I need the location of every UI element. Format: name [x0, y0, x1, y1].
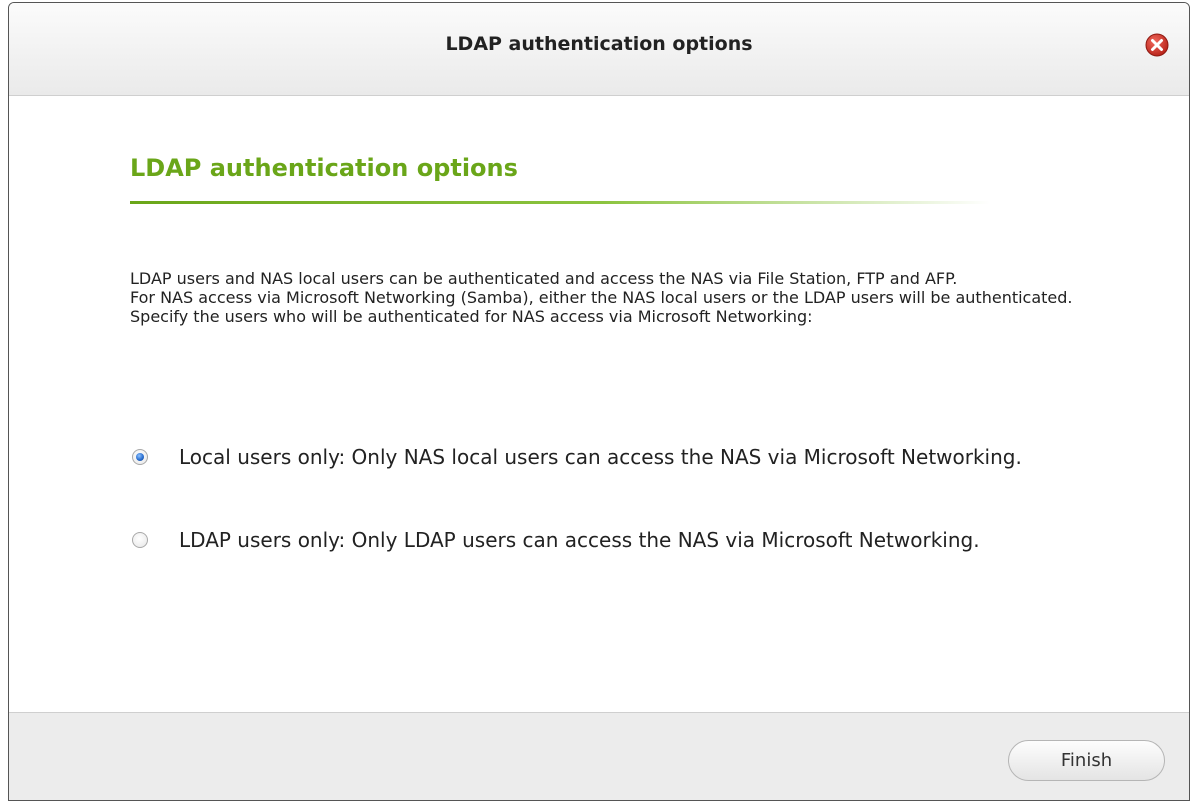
description-paragraph-2: For NAS access via Microsoft Networking …	[130, 288, 1073, 307]
heading-divider	[130, 201, 990, 204]
dialog-title: LDAP authentication options	[445, 33, 753, 55]
finish-button[interactable]: Finish	[1008, 740, 1165, 781]
section-heading: LDAP authentication options	[130, 154, 518, 182]
description-paragraph-1: LDAP users and NAS local users can be au…	[130, 269, 958, 288]
description-paragraph-3: Specify the users who will be authentica…	[130, 307, 813, 326]
ldap-options-dialog: LDAP authentication options LDAP authent…	[8, 2, 1190, 801]
dialog-content: LDAP authentication options LDAP users a…	[9, 96, 1189, 714]
close-button[interactable]	[1145, 33, 1169, 57]
radio-button-local-users[interactable]	[132, 449, 148, 465]
radio-option-ldap-users[interactable]: LDAP users only: Only LDAP users can acc…	[130, 525, 1090, 556]
dialog-footer: Finish	[9, 712, 1189, 800]
radio-button-ldap-users[interactable]	[132, 532, 148, 548]
dialog-titlebar: LDAP authentication options	[9, 3, 1189, 96]
close-icon	[1145, 33, 1169, 57]
radio-label-local-users[interactable]: Local users only: Only NAS local users c…	[179, 442, 1059, 473]
radio-label-ldap-users[interactable]: LDAP users only: Only LDAP users can acc…	[179, 525, 1059, 556]
radio-option-local-users[interactable]: Local users only: Only NAS local users c…	[130, 442, 1090, 473]
description-text: LDAP users and NAS local users can be au…	[130, 269, 1090, 326]
